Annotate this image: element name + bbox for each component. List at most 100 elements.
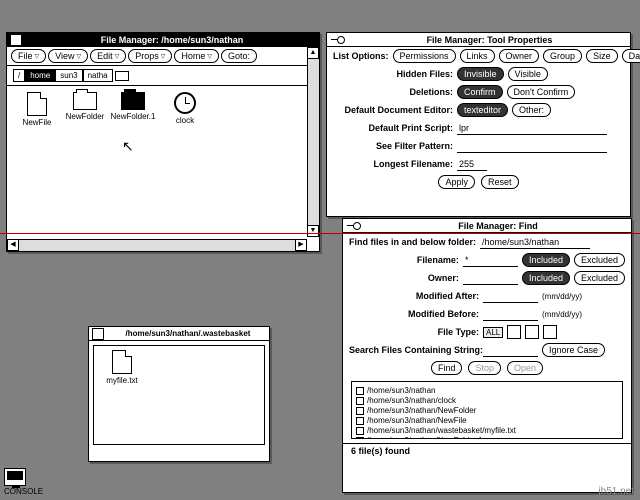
checkbox[interactable] <box>356 437 364 439</box>
date-hint: (mm/dd/yy) <box>542 292 582 301</box>
deletions-label: Deletions: <box>333 87 453 97</box>
find-titlebar[interactable]: File Manager: Find <box>343 219 631 233</box>
opt-links[interactable]: Links <box>460 49 495 63</box>
open-button[interactable]: Open <box>507 361 543 375</box>
checkbox[interactable] <box>356 427 364 435</box>
ftype-folder-icon[interactable] <box>507 325 521 339</box>
mbefore-input[interactable] <box>483 308 538 321</box>
filter-label: See Filter Pattern: <box>333 141 453 151</box>
checkbox[interactable] <box>356 417 364 425</box>
menu-view[interactable]: View▽ <box>48 49 88 63</box>
hidden-files-label: Hidden Files: <box>333 69 453 79</box>
opt-date[interactable]: Date <box>622 49 640 63</box>
find-title: File Manager: Find <box>365 221 631 231</box>
checkbox[interactable] <box>356 397 364 405</box>
props-titlebar[interactable]: File Manager: Tool Properties <box>327 33 630 47</box>
apply-button[interactable]: Apply <box>438 175 475 189</box>
scroll-up-icon[interactable]: ▲ <box>307 47 319 59</box>
menu-goto[interactable]: Goto: <box>221 49 257 63</box>
scrollbar-v[interactable] <box>307 47 319 237</box>
filename-input[interactable] <box>463 254 518 267</box>
path-root[interactable]: / <box>13 69 25 82</box>
props-title: File Manager: Tool Properties <box>349 35 630 45</box>
opt-confirm[interactable]: Confirm <box>457 85 503 99</box>
fm-menubar: File▽ View▽ Edit▽ Props▽ Home▽ Goto: <box>7 47 319 66</box>
opt-owner[interactable]: Owner <box>499 49 540 63</box>
opt-dontconfirm[interactable]: Don't Confirm <box>507 85 576 99</box>
item-newfolder1[interactable]: NewFolder.1 <box>109 92 157 121</box>
result-row[interactable]: /home/sun3/nathan/NewFile <box>356 416 618 426</box>
longest-input[interactable] <box>457 158 487 171</box>
opt-other[interactable]: Other: <box>512 103 551 117</box>
path-nathan[interactable]: natha <box>83 69 113 82</box>
file-icon <box>27 92 47 116</box>
ftype-file-icon[interactable] <box>525 325 539 339</box>
filename-excluded[interactable]: Excluded <box>574 253 625 267</box>
path-sun3[interactable]: sun3 <box>55 69 82 82</box>
opt-permissions[interactable]: Permissions <box>393 49 456 63</box>
item-clock[interactable]: clock <box>161 92 209 125</box>
opt-texteditor[interactable]: texteditor <box>457 103 508 117</box>
folder-icon <box>73 92 97 110</box>
opt-invisible[interactable]: Invisible <box>457 67 504 81</box>
result-row[interactable]: /home/sun3/nathan/NewFolder.1 <box>356 436 618 439</box>
print-script-input[interactable] <box>457 122 607 135</box>
clock-icon <box>174 92 196 114</box>
editor-label: Default Document Editor: <box>333 105 453 115</box>
console-minimized[interactable]: CONSOLE <box>4 468 43 496</box>
find-button[interactable]: Find <box>431 361 463 375</box>
menu-props[interactable]: Props▽ <box>128 49 172 63</box>
result-row[interactable]: /home/sun3/nathan/clock <box>356 396 618 406</box>
pin-icon[interactable] <box>347 222 361 230</box>
folder-input[interactable] <box>480 236 590 249</box>
checkbox[interactable] <box>356 407 364 415</box>
owner-label: Owner: <box>349 273 459 283</box>
ignore-case[interactable]: Ignore Case <box>542 343 605 357</box>
checkbox[interactable] <box>356 387 364 395</box>
search-input[interactable] <box>483 344 538 357</box>
ftype-all[interactable]: ALL <box>483 327 503 338</box>
opt-visible[interactable]: Visible <box>508 67 548 81</box>
wastebasket-window: /home/sun3/nathan/.wastebasket myfile.tx… <box>88 326 270 462</box>
owner-excluded[interactable]: Excluded <box>574 271 625 285</box>
waste-titlebar[interactable]: /home/sun3/nathan/.wastebasket <box>89 327 269 341</box>
menu-file[interactable]: File▽ <box>11 49 46 63</box>
menu-edit[interactable]: Edit▽ <box>90 49 126 63</box>
owner-included[interactable]: Included <box>522 271 570 285</box>
item-myfile[interactable]: myfile.txt <box>98 350 146 385</box>
waste-content: myfile.txt <box>93 345 265 445</box>
scroll-right-icon[interactable]: ▶ <box>295 239 307 251</box>
result-row[interactable]: /home/sun3/nathan/wastebasket/myfile.txt <box>356 426 618 436</box>
stop-button[interactable]: Stop <box>468 361 501 375</box>
reset-button[interactable]: Reset <box>481 175 519 189</box>
file-manager-window: File Manager: /home/sun3/nathan File▽ Vi… <box>6 32 320 252</box>
item-newfile[interactable]: NewFile <box>13 92 61 127</box>
filter-input[interactable] <box>457 140 607 153</box>
date-hint: (mm/dd/yy) <box>542 310 582 319</box>
fm-title: File Manager: /home/sun3/nathan <box>25 35 319 45</box>
scroll-down-icon[interactable]: ▼ <box>307 225 319 237</box>
result-row[interactable]: /home/sun3/nathan/NewFolder <box>356 406 618 416</box>
opt-group[interactable]: Group <box>543 49 582 63</box>
scrollbar-h[interactable] <box>7 239 307 251</box>
owner-input[interactable] <box>463 272 518 285</box>
pin-icon[interactable] <box>331 36 345 44</box>
window-menu-icon[interactable] <box>92 328 104 340</box>
fm-titlebar[interactable]: File Manager: /home/sun3/nathan <box>7 33 319 47</box>
opt-size[interactable]: Size <box>586 49 618 63</box>
path-home[interactable]: home <box>25 69 55 82</box>
ftype-app-icon[interactable] <box>543 325 557 339</box>
results-list: /home/sun3/nathan /home/sun3/nathan/cloc… <box>351 381 623 439</box>
fm-pathbar: / home sun3 natha <box>7 66 319 86</box>
window-menu-icon[interactable] <box>10 34 22 46</box>
item-newfolder[interactable]: NewFolder <box>61 92 109 121</box>
result-row[interactable]: /home/sun3/nathan <box>356 386 618 396</box>
filename-label: Filename: <box>349 255 459 265</box>
menu-home[interactable]: Home▽ <box>174 49 219 63</box>
console-icon <box>4 468 26 486</box>
mafter-input[interactable] <box>483 290 538 303</box>
find-window: File Manager: Find Find files in and bel… <box>342 218 632 493</box>
scroll-left-icon[interactable]: ◀ <box>7 239 19 251</box>
filename-included[interactable]: Included <box>522 253 570 267</box>
path-folder-icon[interactable] <box>115 71 129 81</box>
